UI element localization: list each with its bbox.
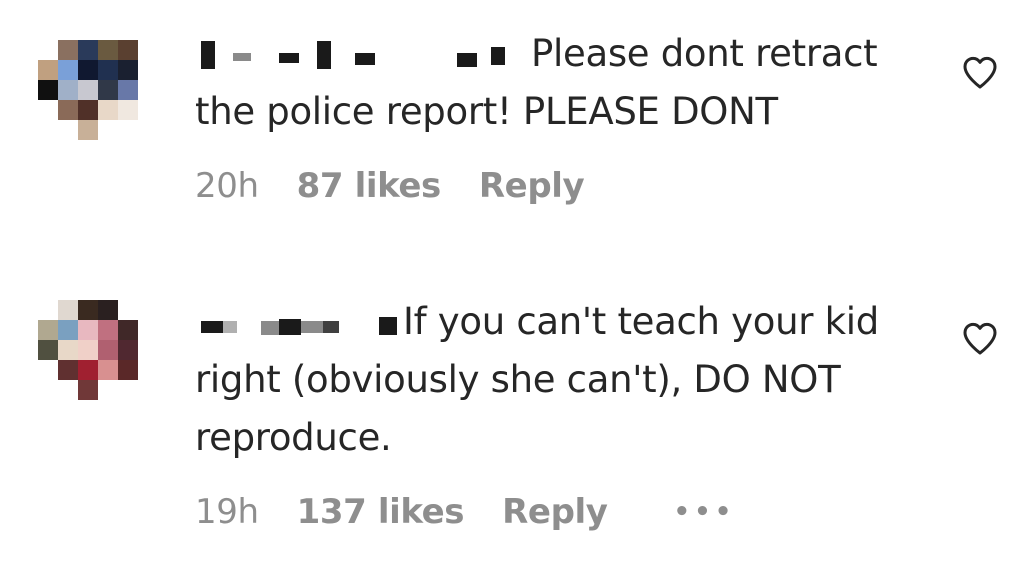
more-options-icon[interactable]: ••• <box>674 497 736 527</box>
commenter-avatar[interactable] <box>38 300 138 400</box>
likes-count[interactable]: 87 likes <box>297 166 442 206</box>
comment-item: If you can't teach your kid right (obvio… <box>0 270 1036 566</box>
comment-meta: 19h 137 likes Reply ••• <box>195 492 735 532</box>
reply-button[interactable]: Reply <box>479 166 585 206</box>
heart-outline-icon[interactable] <box>960 318 1000 358</box>
heart-outline-icon[interactable] <box>960 52 1000 92</box>
reply-button[interactable]: Reply <box>502 492 608 532</box>
username-redacted[interactable] <box>195 309 403 339</box>
commenter-avatar[interactable] <box>38 40 138 140</box>
username-redacted[interactable] <box>195 40 523 71</box>
likes-count[interactable]: 137 likes <box>297 492 465 532</box>
comment-body: Please dont retract the police report! P… <box>195 25 915 141</box>
comment-item: Please dont retract the police report! P… <box>0 0 1036 270</box>
comment-meta: 20h 87 likes Reply <box>195 166 585 206</box>
comment-body: If you can't teach your kid right (obvio… <box>195 293 915 467</box>
comment-timestamp[interactable]: 20h <box>195 166 259 206</box>
comment-timestamp[interactable]: 19h <box>195 492 259 532</box>
